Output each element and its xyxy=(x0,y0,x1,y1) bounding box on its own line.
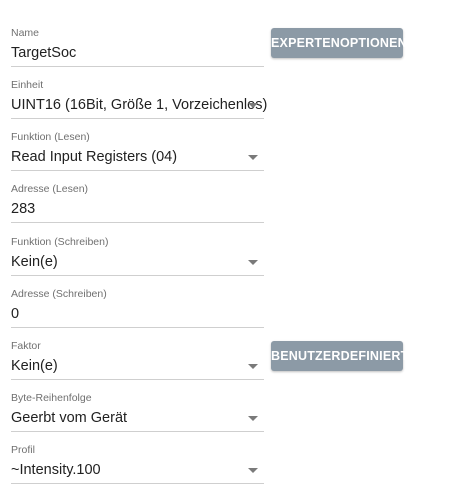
write-function-select[interactable]: Funktion (Schreiben) Kein(e) xyxy=(11,236,264,276)
read-function-select[interactable]: Funktion (Lesen) Read Input Registers (0… xyxy=(11,131,264,171)
profile-value[interactable]: ~Intensity.100 xyxy=(11,460,101,480)
write-function-value[interactable]: Kein(e) xyxy=(11,252,58,272)
expert-options-button[interactable]: EXPERTENOPTIONEN xyxy=(271,28,407,58)
profile-label: Profil xyxy=(11,444,35,456)
unit-select[interactable]: Einheit UINT16 (16Bit, Größe 1, Vorzeich… xyxy=(11,79,267,119)
byte-order-select[interactable]: Byte-Reihenfolge Geerbt vom Gerät xyxy=(11,392,264,432)
factor-select[interactable]: Faktor Kein(e) xyxy=(11,340,264,380)
profile-select[interactable]: Profil ~Intensity.100 xyxy=(11,444,264,484)
caret-down-icon[interactable] xyxy=(248,103,258,108)
write-address-input[interactable]: 0 xyxy=(11,304,19,324)
name-input[interactable]: TargetSoc xyxy=(11,43,76,63)
write-function-label: Funktion (Schreiben) xyxy=(11,236,109,248)
write-address-field[interactable]: Adresse (Schreiben) 0 xyxy=(11,288,264,328)
unit-value[interactable]: UINT16 (16Bit, Größe 1, Vorzeichenlos) xyxy=(11,95,267,115)
caret-down-icon[interactable] xyxy=(248,260,258,265)
caret-down-icon[interactable] xyxy=(248,364,258,369)
write-address-label: Adresse (Schreiben) xyxy=(11,288,107,300)
caret-down-icon[interactable] xyxy=(248,416,258,421)
caret-down-icon[interactable] xyxy=(248,468,258,473)
factor-label: Faktor xyxy=(11,340,41,352)
byte-order-value[interactable]: Geerbt vom Gerät xyxy=(11,408,127,428)
read-function-value[interactable]: Read Input Registers (04) xyxy=(11,147,177,167)
custom-factor-button[interactable]: BENUTZERDEFINIERT xyxy=(271,341,408,371)
caret-down-icon[interactable] xyxy=(248,155,258,160)
name-label: Name xyxy=(11,27,40,39)
name-field[interactable]: Name TargetSoc xyxy=(11,27,264,67)
read-address-label: Adresse (Lesen) xyxy=(11,183,89,195)
byte-order-label: Byte-Reihenfolge xyxy=(11,392,92,404)
factor-value[interactable]: Kein(e) xyxy=(11,356,58,376)
read-function-label: Funktion (Lesen) xyxy=(11,131,90,143)
unit-label: Einheit xyxy=(11,79,44,91)
read-address-field[interactable]: Adresse (Lesen) 283 xyxy=(11,183,264,223)
read-address-input[interactable]: 283 xyxy=(11,199,35,219)
